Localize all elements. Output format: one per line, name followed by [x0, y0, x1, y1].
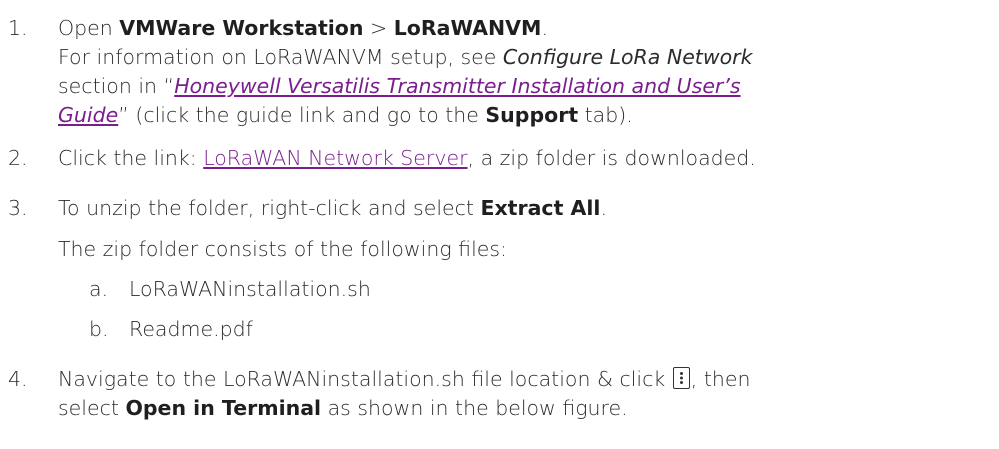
step-body: Click the link: LoRaWAN Network Server, … [58, 144, 993, 173]
step-text: . [600, 196, 607, 220]
file-name: Readme.pdf [129, 317, 253, 341]
step-text: , then [690, 367, 751, 391]
step-number: 4. [8, 367, 28, 391]
step-text: For information on LoRaWANVM setup, see [58, 45, 503, 69]
step-line: To unzip the folder, right-click and sel… [58, 194, 993, 223]
list-item: b. Readme.pdf [89, 315, 253, 344]
menu-option: Open in Terminal [125, 396, 322, 420]
step-line: select Open in Terminal as shown in the … [58, 394, 993, 423]
file-name: LoRaWANinstallation.sh [129, 277, 371, 301]
step-body: Open VMWare Workstation > LoRaWANVM. For… [58, 14, 993, 130]
step-body: To unzip the folder, right-click and sel… [58, 194, 993, 223]
step-text: Click the link: [58, 146, 204, 170]
step-number: 1. [8, 16, 28, 40]
step-text: tab). [578, 103, 633, 127]
step-text: . [541, 16, 548, 40]
step-number: 2. [8, 146, 28, 170]
vm-name: LoRaWANVM [393, 16, 542, 40]
step-number: 3. [8, 196, 28, 220]
app-name: VMWare Workstation [119, 16, 364, 40]
separator: > [363, 16, 394, 40]
document: 1. Open VMWare Workstation > LoRaWANVM. … [0, 0, 999, 449]
guide-link[interactable]: Guide [58, 103, 118, 127]
step-line: For information on LoRaWANVM setup, see … [58, 43, 993, 72]
list-item: a. LoRaWANinstallation.sh [89, 275, 371, 304]
step-text: Navigate to the LoRaWANinstallation.sh f… [58, 367, 672, 391]
step-text: section in “ [58, 74, 175, 98]
step-line: The zip folder consists of the following… [58, 237, 507, 261]
step-text: ” (click the guide link and go to the [118, 103, 486, 127]
list-letter: a. [89, 277, 109, 301]
step-line: Click the link: LoRaWAN Network Server, … [58, 144, 993, 173]
lorawan-server-link[interactable]: LoRaWAN Network Server [203, 146, 467, 170]
step-line: Open VMWare Workstation > LoRaWANVM. [58, 14, 993, 43]
step-text: To unzip the folder, right-click and sel… [58, 196, 481, 220]
step-text: , a zip folder is downloaded. [467, 146, 756, 170]
kebab-menu-icon [672, 367, 690, 389]
menu-option: Extract All [480, 196, 601, 220]
tab-name: Support [485, 103, 579, 127]
step-text: as shown in the below figure. [321, 396, 628, 420]
guide-link-text: Guide [58, 103, 119, 127]
step-body: The zip folder consists of the following… [58, 235, 993, 264]
step-line: Guide” (click the guide link and go to t… [58, 101, 993, 130]
guide-link[interactable]: Honeywell Versatilis Transmitter Install… [174, 74, 740, 98]
step-line: section in “Honeywell Versatilis Transmi… [58, 72, 993, 101]
guide-link-text: Honeywell Versatilis Transmitter Install… [174, 74, 741, 98]
step-line: Navigate to the LoRaWANinstallation.sh f… [58, 365, 993, 394]
section-reference: Configure LoRa Network [502, 45, 753, 69]
step-body: Navigate to the LoRaWANinstallation.sh f… [58, 365, 993, 423]
step-text: select [58, 396, 126, 420]
list-letter: b. [89, 317, 109, 341]
step-text: Open [58, 16, 120, 40]
